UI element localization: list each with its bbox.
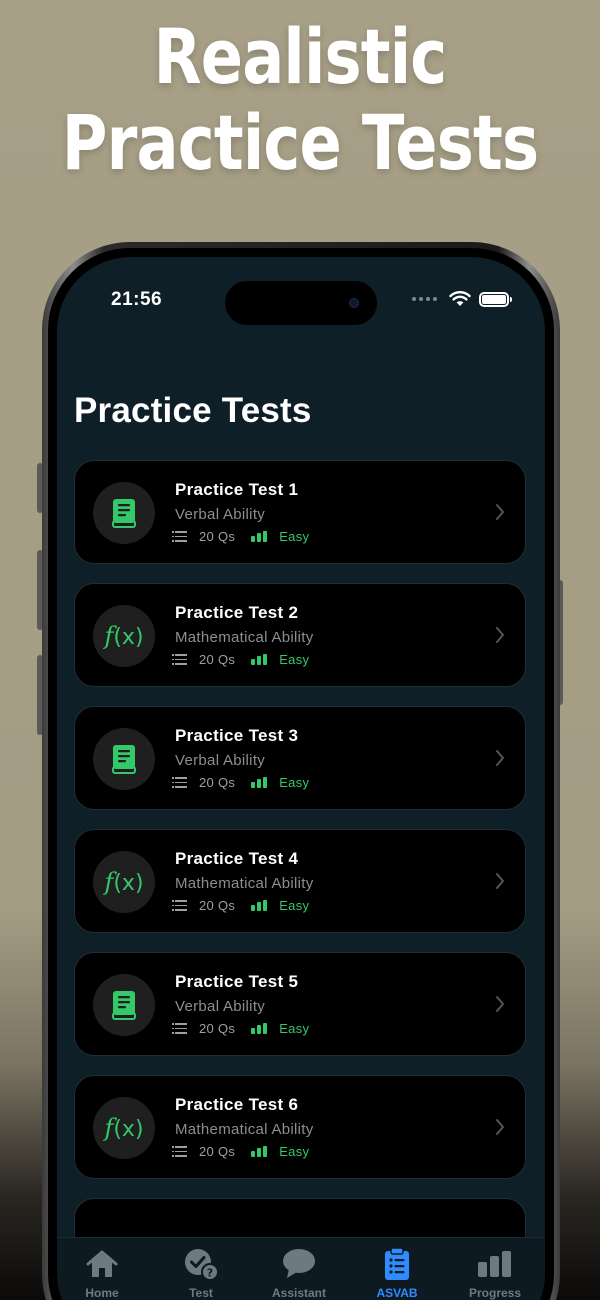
chevron-right-icon [496, 1119, 504, 1135]
subject-icon-circle [93, 974, 155, 1036]
practice-test-meta: 20 Qs Easy [172, 1021, 310, 1036]
practice-test-subject: Verbal Ability [175, 506, 266, 523]
subject-icon-circle: f(x) [93, 851, 155, 913]
difficulty-label: Easy [279, 1021, 310, 1036]
practice-test-subject: Verbal Ability [175, 752, 266, 769]
dynamic-island [225, 281, 377, 325]
camera-icon [349, 298, 359, 308]
practice-test-title: Practice Test 3 [175, 726, 299, 745]
question-count: 20 Qs [199, 529, 236, 544]
practice-test-card-2[interactable]: f(x) Practice Test 2 Mathematical Abilit… [74, 583, 526, 687]
status-indicators [412, 291, 512, 307]
list-icon [172, 1146, 187, 1157]
question-count: 20 Qs [199, 1144, 236, 1159]
tab-label: Assistant [271, 1286, 327, 1300]
practice-test-subject: Verbal Ability [175, 998, 266, 1015]
status-time: 21:56 [111, 289, 163, 310]
difficulty-label: Easy [279, 529, 310, 544]
chevron-right-icon [496, 627, 504, 643]
chevron-right-icon [496, 750, 504, 766]
practice-test-meta: 20 Qs Easy [172, 529, 310, 544]
page-title: Practice Tests [74, 391, 312, 430]
tab-progress[interactable]: Progress [455, 1246, 535, 1300]
function-icon: f(x) [104, 1114, 144, 1142]
tab-label: Progress [468, 1286, 522, 1300]
subject-icon-circle: f(x) [93, 1097, 155, 1159]
phone-frame: 21:56 Practice Tests Practice Test 1 Ver… [42, 242, 560, 1300]
chevron-right-icon [496, 873, 504, 889]
function-icon: f(x) [104, 622, 144, 650]
chevron-right-icon [496, 996, 504, 1012]
difficulty-label: Easy [279, 1144, 310, 1159]
list-icon [172, 777, 187, 788]
list-icon [172, 531, 187, 542]
practice-test-subject: Mathematical Ability [175, 875, 314, 892]
practice-test-card-4[interactable]: f(x) Practice Test 4 Mathematical Abilit… [74, 829, 526, 933]
bar-chart-icon [455, 1246, 535, 1282]
svg-text:?: ? [207, 1267, 213, 1280]
practice-test-card-6[interactable]: f(x) Practice Test 6 Mathematical Abilit… [74, 1075, 526, 1179]
chat-bubble-icon [259, 1246, 339, 1282]
tab-test[interactable]: ? Test [161, 1246, 241, 1300]
question-count: 20 Qs [199, 1021, 236, 1036]
home-icon [62, 1246, 142, 1282]
difficulty-bars-icon [251, 1146, 268, 1157]
question-count: 20 Qs [199, 775, 236, 790]
book-icon [112, 991, 136, 1020]
phone-bezel: 21:56 Practice Tests Practice Test 1 Ver… [48, 248, 554, 1300]
difficulty-bars-icon [251, 654, 268, 665]
list-icon [172, 900, 187, 911]
difficulty-bars-icon [251, 1023, 268, 1034]
practice-test-meta: 20 Qs Easy [172, 652, 310, 667]
difficulty-label: Easy [279, 652, 310, 667]
practice-test-list: Practice Test 1 Verbal Ability 20 Qs Eas… [74, 460, 526, 1300]
practice-test-subject: Mathematical Ability [175, 1121, 314, 1138]
subject-icon-circle [93, 482, 155, 544]
practice-test-meta: 20 Qs Easy [172, 898, 310, 913]
practice-test-card-1[interactable]: Practice Test 1 Verbal Ability 20 Qs Eas… [74, 460, 526, 564]
promo-headline-line2: Practice Tests [61, 98, 539, 187]
tab-bar: Home? Test Assistant ASVAB Progress [57, 1237, 545, 1300]
difficulty-bars-icon [251, 531, 268, 542]
practice-test-meta: 20 Qs Easy [172, 775, 310, 790]
tab-label: Home [85, 1286, 119, 1300]
practice-test-card-5[interactable]: Practice Test 5 Verbal Ability 20 Qs Eas… [74, 952, 526, 1056]
practice-test-card-3[interactable]: Practice Test 3 Verbal Ability 20 Qs Eas… [74, 706, 526, 810]
tab-assistant[interactable]: Assistant [259, 1246, 339, 1300]
test-check-icon: ? [161, 1246, 241, 1282]
clipboard-list-icon [357, 1246, 437, 1282]
practice-test-title: Practice Test 4 [175, 849, 299, 868]
promo-headline-line1: Realistic [153, 12, 448, 101]
practice-test-meta: 20 Qs Easy [172, 1144, 310, 1159]
tab-home[interactable]: Home [62, 1246, 142, 1300]
subject-icon-circle: f(x) [93, 605, 155, 667]
tab-label: Test [189, 1286, 213, 1300]
list-icon [172, 654, 187, 665]
tab-asvab[interactable]: ASVAB [357, 1246, 437, 1300]
practice-test-title: Practice Test 5 [175, 972, 299, 991]
tab-label: ASVAB [376, 1286, 418, 1300]
chevron-right-icon [496, 504, 504, 520]
app-screen: 21:56 Practice Tests Practice Test 1 Ver… [57, 257, 545, 1300]
book-icon [112, 745, 136, 774]
practice-test-title: Practice Test 1 [175, 480, 299, 499]
difficulty-label: Easy [279, 775, 310, 790]
battery-icon [479, 291, 512, 307]
list-icon [172, 1023, 187, 1034]
promo-headline: Realistic Practice Tests [54, 14, 546, 186]
question-count: 20 Qs [199, 652, 236, 667]
difficulty-label: Easy [279, 898, 310, 913]
subject-icon-circle [93, 728, 155, 790]
practice-test-title: Practice Test 6 [175, 1095, 299, 1114]
difficulty-bars-icon [251, 900, 268, 911]
book-icon [112, 499, 136, 528]
wifi-icon [449, 291, 471, 306]
practice-test-title: Practice Test 2 [175, 603, 299, 622]
difficulty-bars-icon [251, 777, 268, 788]
practice-test-subject: Mathematical Ability [175, 629, 314, 646]
question-count: 20 Qs [199, 898, 236, 913]
cellular-signal-icon [412, 297, 437, 301]
function-icon: f(x) [104, 868, 144, 896]
